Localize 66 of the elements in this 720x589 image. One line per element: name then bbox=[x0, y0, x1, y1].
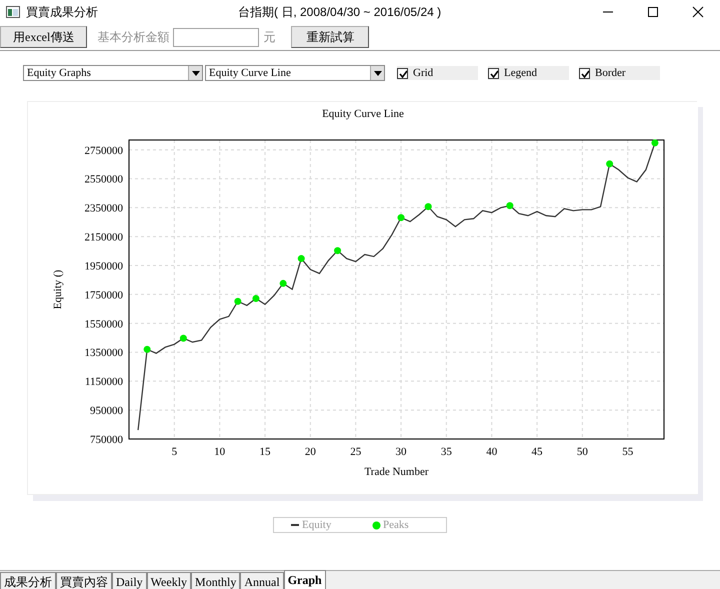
y-tick-label: 1750000 bbox=[84, 289, 123, 302]
y-axis-title: Equity () bbox=[52, 270, 64, 310]
tab[interactable]: Weekly bbox=[146, 572, 192, 589]
x-axis-title: Trade Number bbox=[364, 466, 429, 478]
tab[interactable]: Graph bbox=[284, 570, 326, 589]
y-tick-label: 2750000 bbox=[84, 144, 123, 157]
y-tick-label: 1950000 bbox=[84, 260, 123, 272]
legend-dot-icon bbox=[372, 520, 381, 530]
tab[interactable]: 買賣內容 bbox=[56, 572, 112, 589]
peak-marker bbox=[180, 334, 187, 342]
maximize-icon bbox=[646, 6, 658, 18]
caret-icon bbox=[370, 66, 384, 80]
tab[interactable]: Annual bbox=[240, 572, 284, 589]
checkbox-icon bbox=[579, 68, 590, 78]
window-subtitle: 台指期( 日, 2008/04/30 ~ 2016/05/24 ) bbox=[238, 4, 442, 21]
peak-marker bbox=[651, 139, 658, 146]
peak-marker bbox=[424, 203, 432, 210]
y-tick-label: 950000 bbox=[90, 405, 123, 418]
y-tick-label: 2150000 bbox=[84, 232, 123, 244]
unit-label: 元 bbox=[263, 29, 276, 46]
option-checkbox[interactable]: Grid bbox=[397, 66, 478, 80]
y-tick-label: 2350000 bbox=[84, 202, 123, 215]
chart-title: Equity Curve Line bbox=[322, 108, 404, 120]
y-tick-label: 2550000 bbox=[84, 174, 123, 186]
caret-icon bbox=[188, 66, 202, 80]
x-tick-label: 55 bbox=[622, 446, 634, 458]
y-tick-label: 1550000 bbox=[84, 318, 123, 330]
recalculate-button[interactable]: 重新試算 bbox=[291, 26, 370, 48]
x-tick-label: 15 bbox=[260, 446, 271, 458]
x-tick-label: 30 bbox=[396, 446, 407, 458]
peak-marker bbox=[334, 247, 342, 254]
tab[interactable]: 成果分析 bbox=[0, 572, 56, 589]
x-tick-label: 20 bbox=[304, 446, 316, 458]
close-icon bbox=[692, 6, 704, 18]
x-tick-label: 35 bbox=[440, 446, 452, 458]
option-checkbox[interactable]: Legend bbox=[488, 66, 569, 80]
checkbox-icon bbox=[397, 68, 408, 78]
peak-marker bbox=[298, 255, 305, 262]
x-tick-label: 40 bbox=[486, 446, 498, 458]
amount-field[interactable] bbox=[173, 28, 260, 46]
option-checkbox[interactable]: Border bbox=[579, 66, 660, 80]
x-tick-label: 45 bbox=[532, 446, 543, 458]
x-tick-label: 5 bbox=[172, 446, 178, 458]
graph-dropdown[interactable]: Equity Curve Line bbox=[205, 65, 385, 81]
export-button[interactable]: 用excel傳送 bbox=[0, 26, 88, 48]
peak-marker bbox=[398, 214, 405, 222]
graph-dropdown[interactable]: Equity Graphs bbox=[23, 65, 203, 81]
y-tick-label: 1350000 bbox=[84, 347, 123, 360]
app-icon bbox=[6, 6, 20, 18]
window-title: 買賣成果分析 bbox=[26, 4, 99, 21]
peak-marker bbox=[506, 202, 514, 210]
tab[interactable]: Daily bbox=[112, 572, 147, 589]
peak-marker bbox=[252, 294, 260, 302]
chart-legend: Equity Peaks bbox=[273, 517, 447, 533]
y-tick-label: 750000 bbox=[90, 434, 123, 446]
peak-marker bbox=[606, 160, 614, 168]
x-tick-label: 25 bbox=[350, 446, 362, 458]
x-tick-label: 10 bbox=[214, 446, 226, 458]
peak-marker bbox=[234, 298, 242, 305]
amount-label: 基本分析金額 bbox=[97, 29, 170, 46]
peak-marker bbox=[144, 346, 151, 353]
tab[interactable]: Monthly bbox=[191, 572, 240, 589]
peak-marker bbox=[280, 280, 287, 287]
x-tick-label: 50 bbox=[576, 446, 588, 458]
checkbox-icon bbox=[488, 68, 499, 78]
y-tick-label: 1150000 bbox=[84, 376, 123, 388]
